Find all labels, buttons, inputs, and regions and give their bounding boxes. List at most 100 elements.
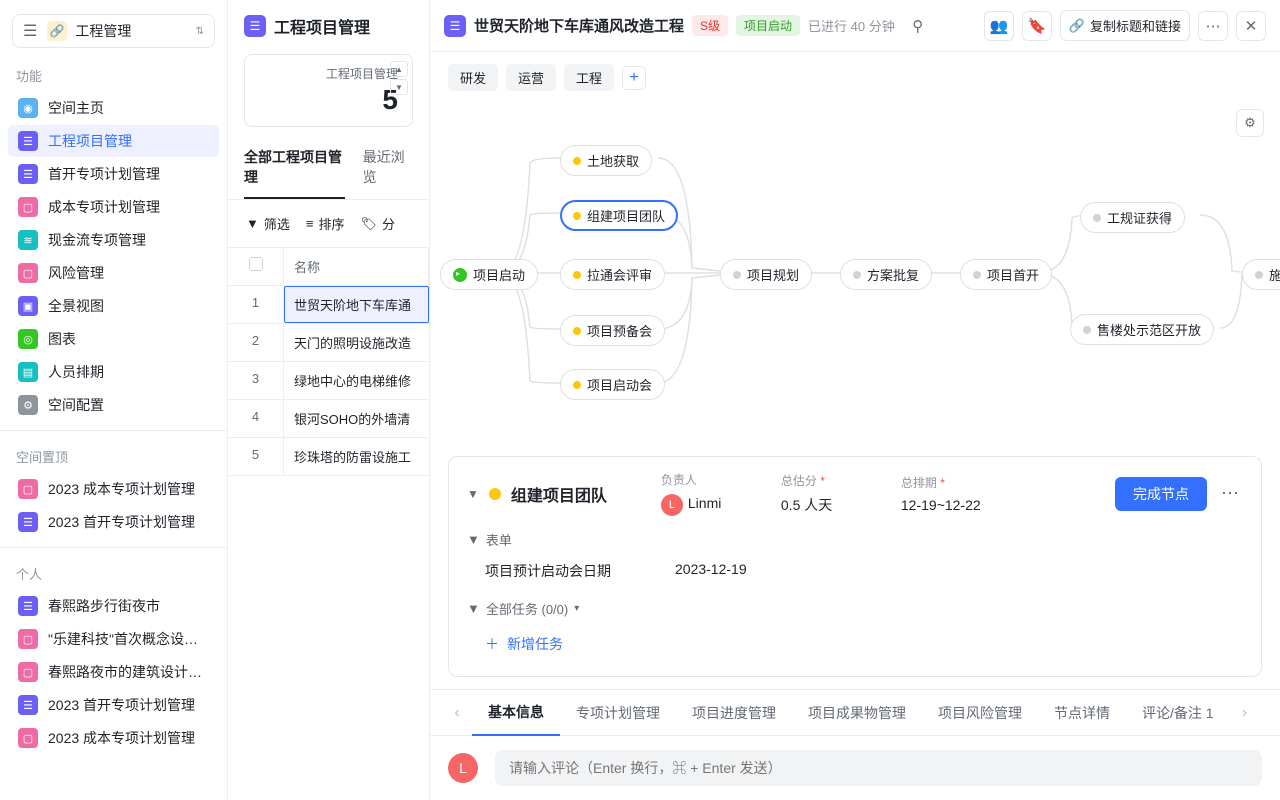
sidebar-item[interactable]: ☰2023 首开专项计划管理 <box>8 689 219 721</box>
sidebar-item[interactable]: ☰2023 首开专项计划管理 <box>8 506 219 538</box>
close-icon[interactable]: ✕ <box>1236 11 1266 41</box>
tabs-right-icon[interactable]: › <box>1230 704 1260 722</box>
sidebar-item[interactable]: ▤人员排期 <box>8 356 219 388</box>
sidebar-item[interactable]: ▢春熙路夜市的建筑设计风险 <box>8 656 219 688</box>
flow-node[interactable]: 拉通会评审 <box>560 259 665 290</box>
status-dot <box>489 488 501 500</box>
flow-node[interactable]: 项目规划 <box>720 259 812 290</box>
filter-button[interactable]: ▼筛选 <box>240 210 296 237</box>
flow-node[interactable]: 项目启动会 <box>560 369 665 400</box>
nav-icon: ▢ <box>18 479 38 499</box>
schedule-label: 总排期 * <box>901 474 1011 491</box>
tabs-left-icon[interactable]: ‹ <box>442 704 472 722</box>
nav-icon: ◎ <box>18 329 38 349</box>
owner-value[interactable]: LLinmi <box>661 494 771 516</box>
flow-canvas[interactable]: ⚙ <box>430 103 1280 456</box>
project-icon: ☰ <box>444 15 466 37</box>
chevron-down-icon[interactable]: ▼ <box>467 601 480 616</box>
flow-node[interactable]: 施 <box>1242 259 1280 290</box>
status-text: 已进行 40 分钟 <box>808 16 895 35</box>
tag[interactable]: 运营 <box>506 64 556 91</box>
bookmark-icon[interactable]: 🔖 <box>1022 11 1052 41</box>
list-panel: ☰ 工程项目管理 ▲ ▼ 工程项目管理 5 全部工程项目管理 最近浏览 ▼筛选 … <box>228 0 430 800</box>
add-task-button[interactable]: ＋新增任务 <box>467 626 1243 662</box>
add-tag-button[interactable]: + <box>622 66 646 90</box>
sidebar-item[interactable]: ▢2023 成本专项计划管理 <box>8 722 219 754</box>
stat-up-button[interactable]: ▲ <box>390 61 408 77</box>
node-detail: ▼ 组建项目团队 负责人 LLinmi 总估分 * 0.5 人天 总排期 * 1… <box>448 456 1262 677</box>
detail-title: 组建项目团队 <box>511 482 651 506</box>
estimate-value[interactable]: 0.5 人天 <box>781 495 891 515</box>
flow-node[interactable]: 项目预备会 <box>560 315 665 346</box>
sidebar-item[interactable]: ≋现金流专项管理 <box>8 224 219 256</box>
table-row[interactable]: 5珍珠塔的防雷设施工 <box>228 438 429 476</box>
sidebar-item[interactable]: ◉空间主页 <box>8 92 219 124</box>
sidebar-item[interactable]: ☰首开专项计划管理 <box>8 158 219 190</box>
section-functions: 功能 <box>0 58 227 91</box>
chevron-down-icon[interactable]: ▼ <box>467 487 479 501</box>
sidebar-item[interactable]: ▣全景视图 <box>8 290 219 322</box>
form-key: 项目预计启动会日期 <box>485 561 635 581</box>
flow-node[interactable]: 项目首开 <box>960 259 1052 290</box>
form-value[interactable]: 2023-12-19 <box>675 561 747 581</box>
nav-icon: ▣ <box>18 296 38 316</box>
tab-plan[interactable]: 专项计划管理 <box>560 691 676 735</box>
flow-node[interactable]: 土地获取 <box>560 145 652 176</box>
table-row[interactable]: 3绿地中心的电梯维修 <box>228 362 429 400</box>
tab-node[interactable]: 节点详情 <box>1038 691 1126 735</box>
sidebar-item[interactable]: ◎ 图表 <box>8 323 219 355</box>
table-row[interactable]: 2天门的照明设施改造 <box>228 324 429 362</box>
tag[interactable]: 工程 <box>564 64 614 91</box>
sidebar-item[interactable]: ▢ 2023 成本专项计划管理 <box>8 473 219 505</box>
comment-input[interactable] <box>495 750 1262 786</box>
tab-deliverables[interactable]: 项目成果物管理 <box>792 691 922 735</box>
table-row[interactable]: 1世贸天阶地下车库通 <box>228 286 429 324</box>
row-name: 珍珠塔的防雷设施工 <box>284 438 429 475</box>
bottom-tabs: ‹ 基本信息 专项计划管理 项目进度管理 项目成果物管理 项目风险管理 节点详情… <box>430 689 1280 736</box>
workspace-selector[interactable]: ☰ 🔗 工程管理 ⇅ <box>12 14 215 48</box>
flow-node[interactable]: 项目启动 <box>440 259 538 290</box>
schedule-value[interactable]: 12-19~12-22 <box>901 497 1011 513</box>
group-button[interactable]: 🏷分 <box>355 210 402 237</box>
tab-recent[interactable]: 最近浏览 <box>363 137 413 199</box>
copy-link-button[interactable]: 🔗复制标题和链接 <box>1060 10 1190 41</box>
name-header[interactable]: 名称 <box>284 248 429 285</box>
stat-down-button[interactable]: ▼ <box>390 79 408 95</box>
flow-node[interactable]: 售楼处示范区开放 <box>1070 314 1214 345</box>
sidebar-item[interactable]: ☰工程项目管理 <box>8 125 219 157</box>
workspace-icon: 🔗 <box>47 21 67 41</box>
nav-label: "乐建科技"首次概念设计计... <box>48 629 209 649</box>
flow-settings-icon[interactable]: ⚙ <box>1236 109 1264 137</box>
sidebar-item[interactable]: ⚙空间配置 <box>8 389 219 421</box>
avatar: L <box>661 494 683 516</box>
done-icon <box>453 268 467 282</box>
sort-button[interactable]: ≡排序 <box>300 210 351 237</box>
flow-node[interactable]: 方案批复 <box>840 259 932 290</box>
tab-all[interactable]: 全部工程项目管理 <box>244 137 345 199</box>
chevron-down-icon[interactable]: ▾ <box>574 603 579 614</box>
complete-button[interactable]: 完成节点 <box>1115 477 1207 511</box>
table-row[interactable]: 4银河SOHO的外墙清 <box>228 400 429 438</box>
nav-icon: ▢ <box>18 662 38 682</box>
tab-risk[interactable]: 项目风险管理 <box>922 691 1038 735</box>
tab-progress[interactable]: 项目进度管理 <box>676 691 792 735</box>
nav-label: 2023 成本专项计划管理 <box>48 479 195 499</box>
tab-comments[interactable]: 评论/备注 1 <box>1126 691 1230 735</box>
chevron-down-icon[interactable]: ▼ <box>467 532 480 547</box>
flow-node-selected[interactable]: 组建项目团队 <box>560 200 678 231</box>
tab-basic[interactable]: 基本信息 <box>472 690 560 736</box>
sidebar-item[interactable]: ▢"乐建科技"首次概念设计计... <box>8 623 219 655</box>
nav-label: 图表 <box>48 329 76 349</box>
sidebar-item[interactable]: ☰春熙路步行街夜市 <box>8 590 219 622</box>
members-icon[interactable]: 👥 <box>984 11 1014 41</box>
more-icon[interactable]: ⋯ <box>1217 483 1243 504</box>
more-icon[interactable]: ⋯ <box>1198 11 1228 41</box>
collapse-icon[interactable]: ☰ <box>23 21 37 41</box>
flow-node[interactable]: 工规证获得 <box>1080 202 1185 233</box>
sidebar-item[interactable]: ▢成本专项计划管理 <box>8 191 219 223</box>
pin-icon[interactable]: ⚲ <box>903 11 933 41</box>
checkbox-header[interactable] <box>228 248 284 285</box>
nav-icon: ◉ <box>18 98 38 118</box>
sidebar-item[interactable]: ▢风险管理 <box>8 257 219 289</box>
tag[interactable]: 研发 <box>448 64 498 91</box>
